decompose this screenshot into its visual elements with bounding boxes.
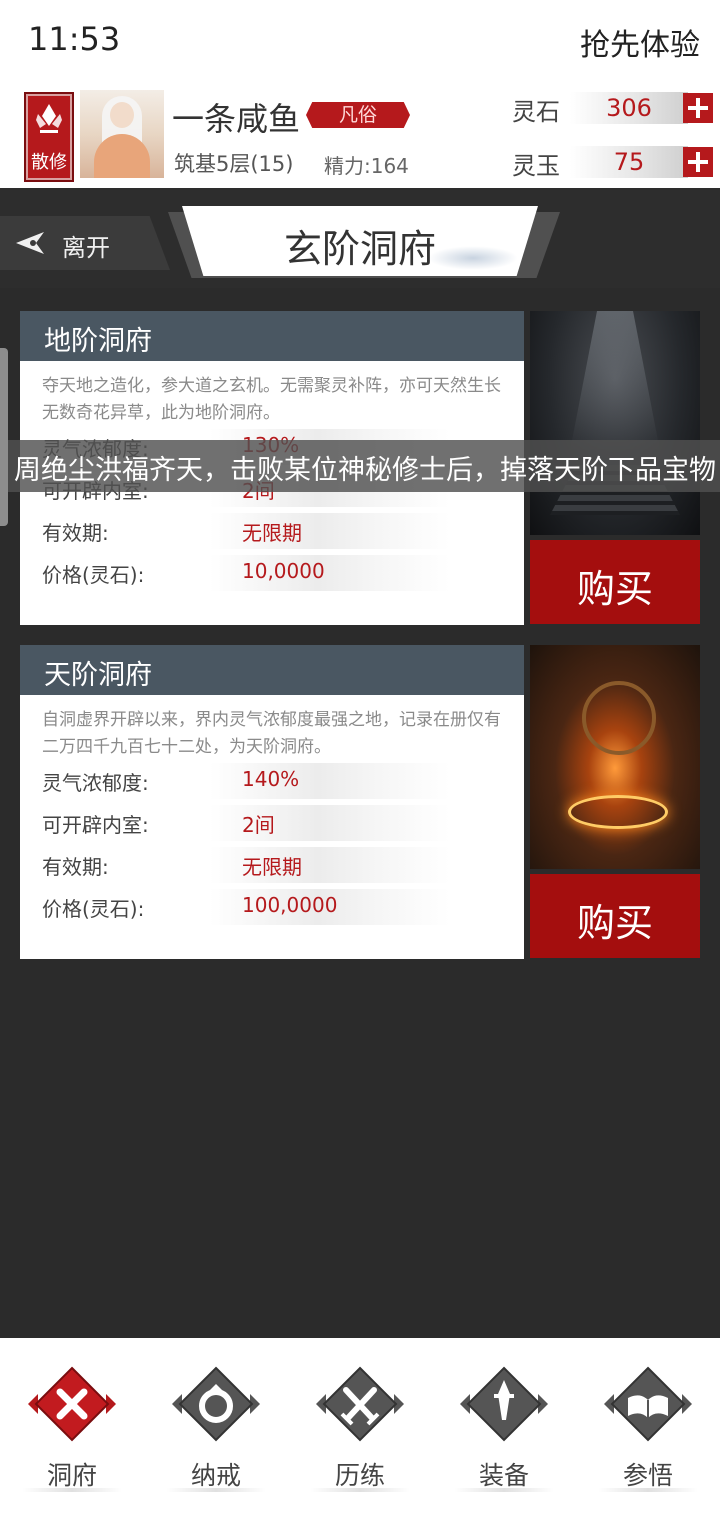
title-plate: 玄阶洞府	[182, 206, 538, 276]
heaven-cave-image	[530, 645, 700, 869]
nav-label: 参悟	[622, 1461, 673, 1490]
nav-item-cave[interactable]: 洞府	[0, 1338, 144, 1520]
nav-underline	[22, 1488, 122, 1492]
leave-label: 离开	[62, 234, 110, 262]
nav-underline	[454, 1488, 554, 1492]
stat-label: 价格(灵石):	[42, 563, 145, 587]
stat-label: 有效期:	[42, 855, 109, 879]
sect-badge[interactable]: 散修	[24, 92, 74, 182]
nav-item-ring[interactable]: 纳戒	[144, 1338, 288, 1520]
ticker-message: 周绝尘洪福齐天，击败某位神秘修士后，掉落天阶下品宝物	[14, 455, 716, 486]
add-spirit-stone-button[interactable]	[683, 93, 713, 123]
ring-icon	[172, 1366, 260, 1442]
nav-item-enlightenment[interactable]: 参悟	[576, 1338, 720, 1520]
stat-row: 有效期: 无限期	[20, 513, 524, 549]
nav-label: 历练	[334, 1461, 385, 1490]
glowing-portal	[568, 795, 668, 829]
close-x-icon	[28, 1366, 116, 1442]
stat-label: 可开辟内室:	[42, 813, 149, 837]
status-bar: 11:53 抢先体验	[0, 0, 720, 80]
rank-badge: 凡俗	[306, 102, 410, 128]
nav-label: 纳戒	[190, 1461, 241, 1490]
stat-row: 价格(灵石): 100,0000	[20, 889, 524, 925]
book-icon	[604, 1366, 692, 1442]
card-description: 夺天地之造化，参大道之玄机。无需聚灵补阵，亦可天然生长无数奇花异草，此为地阶洞府…	[42, 376, 501, 423]
card-header: 地阶洞府	[20, 311, 524, 361]
broadcast-ticker: 周绝尘洪福齐天，击败某位神秘修士后，掉落天阶下品宝物	[0, 440, 720, 492]
stat-value: 2间	[242, 813, 275, 837]
nav-label: 洞府	[46, 1461, 97, 1490]
early-access-label[interactable]: 抢先体验	[580, 20, 700, 64]
nav-item-equipment[interactable]: 装备	[432, 1338, 576, 1520]
leave-button[interactable]: 离开	[0, 216, 170, 270]
avatar[interactable]	[80, 90, 164, 178]
buy-label: 购买	[576, 567, 653, 611]
heaven-grade-cave-card: 天阶洞府 自洞虚界开辟以来，界内灵气浓郁度最强之地，记录在册仅有二万四千九百七十…	[20, 645, 524, 959]
clock: 11:53	[28, 20, 121, 58]
stat-label: 灵气浓郁度:	[42, 771, 149, 795]
light-rays	[570, 311, 660, 451]
lotus-icon	[36, 104, 62, 133]
side-drawer-handle[interactable]	[0, 348, 8, 526]
spirit-jade-label: 灵玉	[512, 152, 560, 180]
card-title: 天阶洞府	[44, 660, 152, 691]
earth-cave-image	[530, 311, 700, 535]
player-name: 一条咸鱼	[172, 100, 301, 138]
spirit-jade-bar: 75	[570, 146, 688, 178]
card-description: 自洞虚界开辟以来，界内灵气浓郁度最强之地，记录在册仅有二万四千九百七十二处，为天…	[42, 710, 501, 757]
buy-label: 购买	[576, 901, 653, 945]
spirit-stone-value: 306	[606, 94, 652, 122]
player-profile: 散修 一条咸鱼 凡俗 筑基5层(15) 精力:164 灵石 306 灵玉 75	[0, 80, 720, 188]
buy-heaven-cave-button[interactable]: 购买	[530, 874, 700, 958]
cultivation-realm: 筑基5层(15)	[174, 152, 294, 176]
nav-underline	[598, 1488, 698, 1492]
stat-value: 无限期	[242, 855, 302, 879]
stat-row: 价格(灵石): 10,0000	[20, 555, 524, 591]
sect-label: 散修	[31, 152, 67, 173]
stat-label: 价格(灵石):	[42, 897, 145, 921]
page-title: 玄阶洞府	[283, 227, 436, 271]
sword-icon	[460, 1366, 548, 1442]
spirit-jade-value: 75	[613, 148, 645, 176]
buy-earth-cave-button[interactable]: 购买	[530, 540, 700, 624]
stat-row: 可开辟内室: 2间	[20, 805, 524, 841]
stat-row: 有效期: 无限期	[20, 847, 524, 883]
spirit-stone-label: 灵石	[512, 98, 560, 126]
stat-value: 无限期	[242, 521, 302, 545]
spirit-stone-bar: 306	[570, 92, 688, 124]
stat-value: 140%	[242, 767, 300, 791]
card-title: 地阶洞府	[44, 326, 152, 357]
stat-value: 10,0000	[242, 559, 325, 583]
stamina: 精力:164	[324, 154, 409, 178]
stat-label: 有效期:	[42, 521, 109, 545]
nav-label: 装备	[478, 1461, 529, 1490]
nav-underline	[310, 1488, 410, 1492]
stat-row: 灵气浓郁度: 140%	[20, 763, 524, 799]
nav-underline	[166, 1488, 266, 1492]
stat-value: 100,0000	[242, 893, 338, 917]
card-header: 天阶洞府	[20, 645, 524, 695]
crossed-swords-icon	[316, 1366, 404, 1442]
add-spirit-jade-button[interactable]	[683, 147, 713, 177]
sigil-carving	[582, 681, 656, 755]
bottom-nav: 洞府 纳戒 历练 装备 参悟	[0, 1338, 720, 1520]
nav-item-training[interactable]: 历练	[288, 1338, 432, 1520]
avatar-face	[110, 102, 134, 128]
back-arrow-icon	[16, 232, 44, 254]
